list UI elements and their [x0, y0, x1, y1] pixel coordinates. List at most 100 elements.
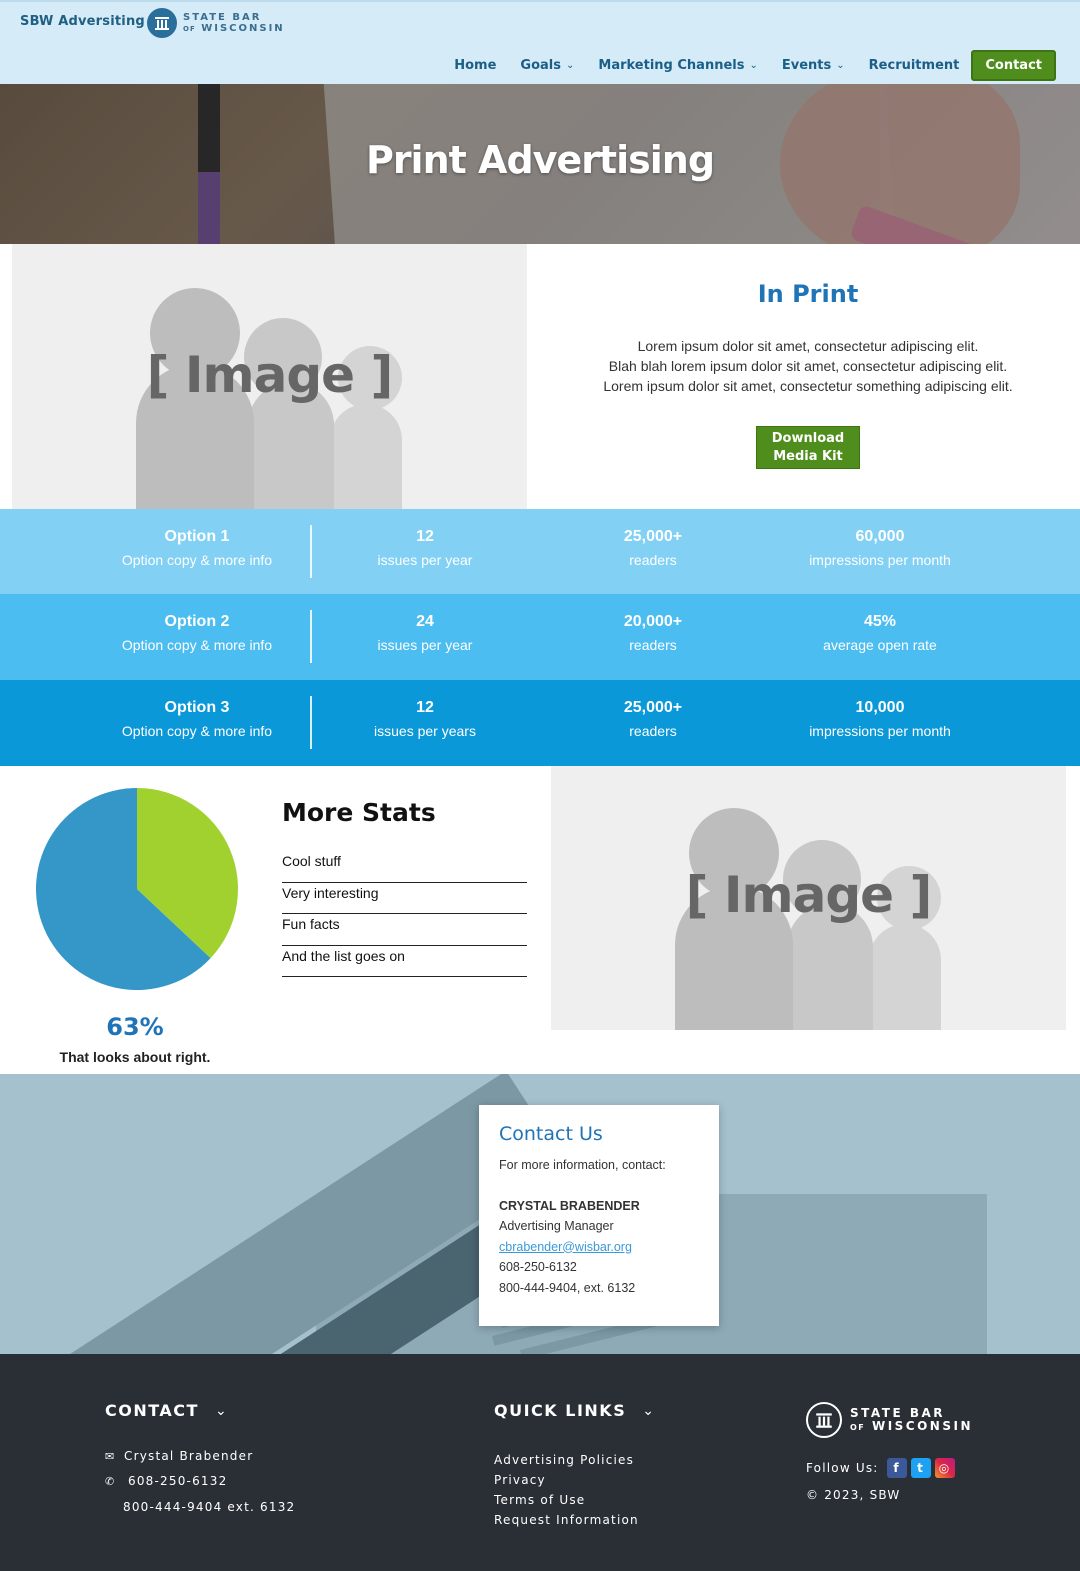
- in-print-line: Lorem ipsum dolor sit amet, consectetur …: [637, 338, 979, 354]
- nav-recruitment[interactable]: Recruitment: [869, 58, 960, 73]
- stat-label: impressions per month: [809, 723, 951, 739]
- site-footer: CONTACT ⌄ ✉ Crystal Brabender ✆ 608-250-613…: [0, 1354, 1080, 1571]
- footer-quick-links: Advertising Policies Privacy Terms of Us…: [494, 1450, 639, 1530]
- stat-value: 45%: [863, 613, 897, 630]
- option-divider: [310, 696, 312, 749]
- image-placeholder: [ Image ]: [551, 766, 1066, 1030]
- nav-home[interactable]: Home: [454, 58, 496, 73]
- stat-label: readers: [629, 552, 677, 568]
- chevron-down-icon: ⌄: [566, 60, 575, 71]
- footer-logo-of: OF: [850, 1422, 866, 1432]
- hero-banner: Print Advertising: [0, 84, 1080, 244]
- follow-us-label: Follow Us:: [806, 1461, 879, 1475]
- option-copy: Option copy & more info: [121, 552, 273, 568]
- stat-label: average open rate: [823, 637, 937, 653]
- footer-link-request-info[interactable]: Request Information: [494, 1510, 639, 1530]
- option-copy: Option copy & more info: [121, 637, 273, 653]
- contact-card-title: Contact Us: [499, 1123, 603, 1145]
- stats-list: Cool stuff Very interesting Fun facts An…: [282, 851, 527, 977]
- logo-line2: WISCONSIN: [201, 22, 285, 34]
- stat-value: 12: [416, 528, 434, 545]
- chevron-down-icon: ⌄: [749, 60, 758, 71]
- follow-us: Follow Us: f t ◎: [806, 1458, 955, 1478]
- footer-links-heading-label: QUICK LINKS: [494, 1401, 627, 1420]
- stat-label: issues per years: [374, 723, 476, 739]
- placeholder-person: [869, 924, 941, 1030]
- state-bar-logo[interactable]: STATE BAR OF WISCONSIN: [147, 8, 285, 38]
- placeholder-person: [330, 404, 402, 509]
- footer-contact-phone: ✆ 608-250-6132: [105, 1474, 227, 1488]
- footer-contact-heading[interactable]: CONTACT ⌄: [105, 1401, 228, 1420]
- site-brand[interactable]: SBW Adversiting: [20, 14, 145, 29]
- image-placeholder-label: [ Image ]: [146, 346, 394, 404]
- option-stat: 24 issues per year: [325, 612, 525, 655]
- footer-link-advertising-policies[interactable]: Advertising Policies: [494, 1450, 639, 1470]
- download-label-line2: Media Kit: [773, 449, 843, 464]
- nav-goals[interactable]: Goals ⌄: [520, 58, 574, 73]
- option-stat: 60,000 impressions per month: [780, 527, 980, 570]
- stats-pie-chart: [35, 787, 239, 991]
- footer-phone1: 608-250-6132: [128, 1474, 228, 1488]
- contact-email-link[interactable]: cbrabender@wisbar.org: [499, 1240, 632, 1254]
- option-copy: Option copy & more info: [121, 723, 273, 739]
- footer-logo[interactable]: STATE BAR OF WISCONSIN: [806, 1402, 973, 1438]
- footer-contact-phone2: 800-444-9404 ext. 6132: [123, 1500, 296, 1514]
- nav-marketing-label: Marketing Channels: [598, 58, 745, 73]
- image-placeholder-label: [ Image ]: [685, 866, 933, 924]
- option-name-cell: Option 2 Option copy & more info: [97, 612, 297, 655]
- twitter-icon[interactable]: t: [910, 1458, 931, 1478]
- nav-recruitment-label: Recruitment: [868, 58, 960, 73]
- footer-logo-line2: WISCONSIN: [871, 1418, 973, 1433]
- stat-value: 24: [416, 613, 434, 630]
- instagram-icon[interactable]: ◎: [934, 1458, 955, 1478]
- option-stat: 12 issues per years: [325, 698, 525, 741]
- option-stat: 12 issues per year: [325, 527, 525, 570]
- facebook-icon[interactable]: f: [886, 1458, 907, 1478]
- contact-card: Contact Us For more information, contact…: [479, 1105, 719, 1326]
- download-media-kit-button[interactable]: Download Media Kit: [756, 426, 860, 469]
- pillar-icon: [806, 1402, 842, 1438]
- stat-label: readers: [629, 723, 677, 739]
- image-placeholder: [ Image ]: [12, 244, 527, 509]
- footer-link-terms[interactable]: Terms of Use: [494, 1490, 639, 1510]
- option-name: Option 3: [164, 699, 230, 716]
- stat-label: issues per year: [377, 552, 473, 568]
- option-band-2: Option 2 Option copy & more info 24 issues…: [0, 594, 1080, 680]
- pie-chart-svg: [35, 788, 238, 990]
- envelope-icon: ✉: [105, 1449, 116, 1463]
- list-item: And the list goes on: [282, 946, 527, 977]
- nav-marketing-channels[interactable]: Marketing Channels ⌄: [598, 58, 757, 73]
- option-stat: 25,000+ readers: [553, 698, 753, 741]
- pie-caption: That looks about right.: [59, 1049, 211, 1065]
- stat-label: issues per year: [377, 637, 473, 653]
- nav-home-label: Home: [454, 58, 497, 73]
- list-item: Cool stuff: [282, 851, 527, 883]
- stat-label: impressions per month: [809, 552, 951, 568]
- in-print-line: Blah blah lorem ipsum dolor sit amet, co…: [608, 358, 1008, 374]
- footer-contact-heading-label: CONTACT: [105, 1401, 199, 1420]
- nav-goals-label: Goals: [520, 58, 561, 73]
- option-stat: 20,000+ readers: [553, 612, 753, 655]
- in-print-line: Lorem ipsum dolor sit amet, consectetur …: [603, 378, 1013, 394]
- more-stats-title: More Stats: [282, 798, 436, 827]
- contact-button[interactable]: Contact: [971, 50, 1056, 81]
- logo-line1: STATE BAR: [183, 11, 262, 23]
- logo-of: OF: [183, 24, 196, 33]
- stat-value: 25,000+: [623, 699, 683, 716]
- stat-value: 25,000+: [623, 528, 683, 545]
- logo-wordmark: STATE BAR OF WISCONSIN: [183, 12, 285, 35]
- option-stat: 10,000 impressions per month: [780, 698, 980, 741]
- list-item: Fun facts: [282, 914, 527, 946]
- footer-quick-links-heading[interactable]: QUICK LINKS ⌄: [494, 1401, 655, 1420]
- chevron-down-icon: ⌄: [642, 1402, 656, 1419]
- contact-name: CRYSTAL BRABENDER: [499, 1198, 640, 1213]
- nav-events[interactable]: Events ⌄: [782, 58, 845, 73]
- footer-link-privacy[interactable]: Privacy: [494, 1470, 639, 1490]
- option-name-cell: Option 3 Option copy & more info: [97, 698, 297, 741]
- list-item: Very interesting: [282, 883, 527, 914]
- option-name-cell: Option 1 Option copy & more info: [97, 527, 297, 570]
- stat-value: 12: [416, 699, 434, 716]
- option-band-1: Option 1 Option copy & more info 12 issues…: [0, 509, 1080, 595]
- download-label-line1: Download: [771, 431, 845, 446]
- in-print-title: In Print: [757, 280, 859, 308]
